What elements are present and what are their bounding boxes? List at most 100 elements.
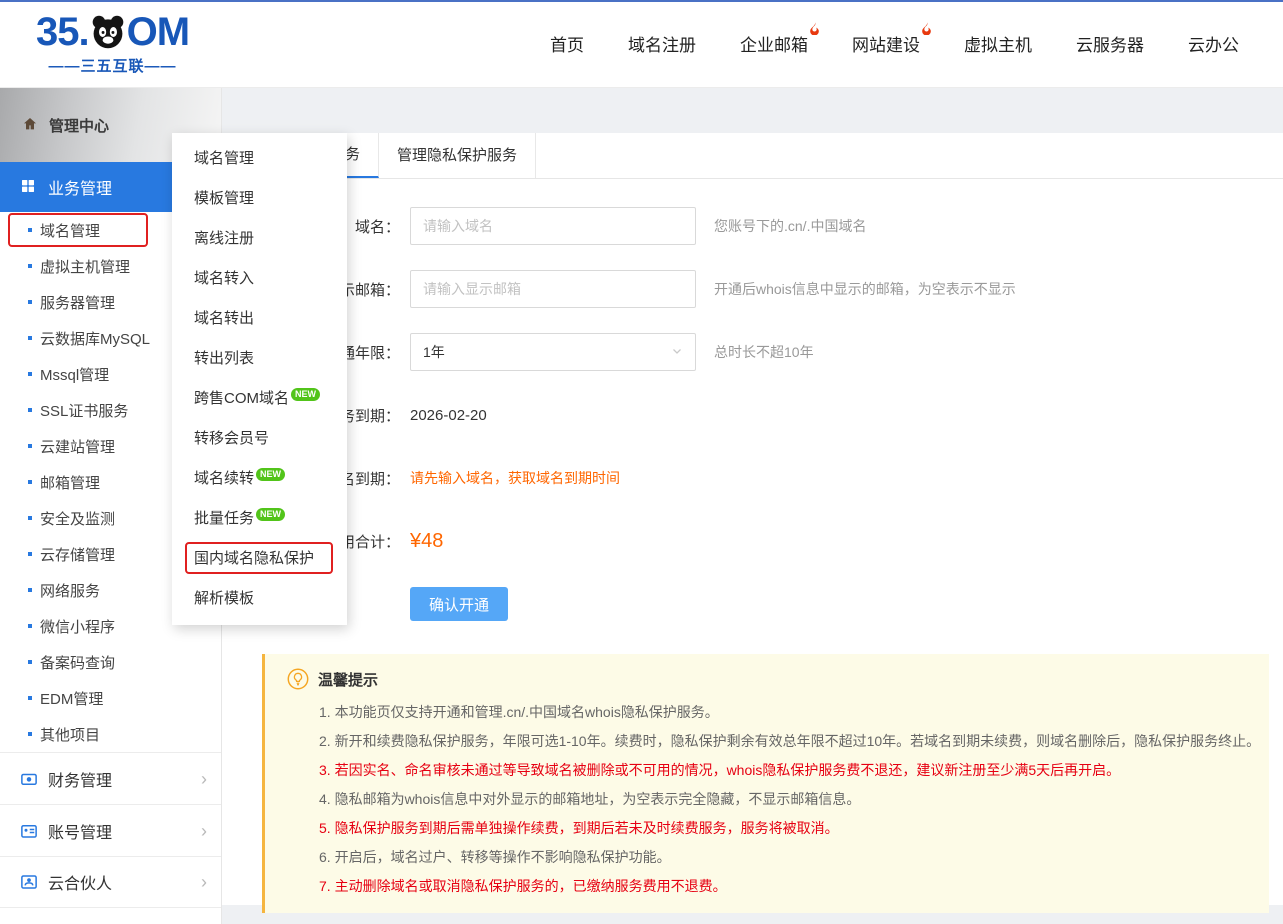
sidebar-item-label: 域名管理 bbox=[40, 220, 100, 241]
form-row-display-email: 显示邮箱： 开通后whois信息中显示的邮箱，为空表示不显示 bbox=[222, 270, 1283, 308]
chevron-right-icon: › bbox=[201, 770, 207, 788]
nav-item-cloud-server[interactable]: 云服务器 bbox=[1076, 31, 1144, 56]
notice-item: 6. 开启后，域名过户、转移等操作不影响隐私保护功能。 bbox=[319, 843, 1249, 872]
flyout-item-domain-transfer-out[interactable]: 域名转出 bbox=[172, 299, 347, 339]
flyout-item-transfer-out-list[interactable]: 转出列表 bbox=[172, 339, 347, 379]
nav-item-label: 首页 bbox=[550, 36, 584, 55]
flyout-item-domestic-privacy-protection[interactable]: 国内域名隐私保护 bbox=[172, 539, 347, 579]
finance-icon bbox=[20, 770, 38, 788]
notice-item: 3. 若因实名、命名审核未通过等导致域名被删除或不可用的情况，whois隐私保护… bbox=[319, 756, 1249, 785]
chevron-right-icon: › bbox=[201, 873, 207, 891]
logo-subtitle: ——三五互联—— bbox=[49, 55, 177, 76]
flyout-item-label: 批量任务 bbox=[194, 510, 254, 527]
flyout-item-domain-management[interactable]: 域名管理 bbox=[172, 139, 347, 179]
domain-input[interactable] bbox=[410, 207, 696, 245]
sidebar-item-label: EDM管理 bbox=[40, 688, 103, 709]
flyout-item-domain-renew-transfer[interactable]: 域名续转NEW bbox=[172, 459, 347, 499]
sidebar-item-label: 安全及监测 bbox=[40, 508, 115, 529]
sidebar-item-other-projects[interactable]: 其他项目 bbox=[0, 716, 221, 752]
nav-item-domain-register[interactable]: 域名注册 bbox=[628, 31, 696, 56]
display-email-input[interactable] bbox=[410, 270, 696, 308]
sidebar-item-label: 业务管理 bbox=[48, 175, 112, 199]
bullet-icon bbox=[28, 516, 32, 520]
sidebar-item-label: 邮箱管理 bbox=[40, 472, 100, 493]
id-card-icon bbox=[20, 822, 38, 840]
flyout-item-transfer-member-id[interactable]: 转移会员号 bbox=[172, 419, 347, 459]
bullet-icon bbox=[28, 624, 32, 628]
domain-hint: 您账号下的.cn/.中国域名 bbox=[714, 216, 866, 236]
top-nav: 首页 域名注册 企业邮箱 网站建设 虚拟主机 云服务器 云办公 bbox=[550, 31, 1239, 56]
bullet-icon bbox=[28, 660, 32, 664]
flyout-item-cross-sell-com-domain[interactable]: 跨售COM域名NEW bbox=[172, 379, 347, 419]
nav-item-home[interactable]: 首页 bbox=[550, 31, 584, 56]
display-email-hint: 开通后whois信息中显示的邮箱，为空表示不显示 bbox=[714, 279, 1016, 299]
nav-item-label: 虚拟主机 bbox=[964, 36, 1032, 55]
nav-item-label: 网站建设 bbox=[852, 36, 920, 55]
flyout-item-template-management[interactable]: 模板管理 bbox=[172, 179, 347, 219]
flyout-item-batch-tasks[interactable]: 批量任务NEW bbox=[172, 499, 347, 539]
nav-item-label: 企业邮箱 bbox=[740, 36, 808, 55]
nav-item-enterprise-email[interactable]: 企业邮箱 bbox=[740, 31, 808, 56]
sidebar-item-label: SSL证书服务 bbox=[40, 400, 128, 421]
grid-icon bbox=[20, 178, 38, 196]
sidebar-group-account-management[interactable]: 账号管理 › bbox=[0, 804, 221, 856]
nav-item-virtual-host[interactable]: 虚拟主机 bbox=[964, 31, 1032, 56]
sidebar-item-label: 云存储管理 bbox=[40, 544, 115, 565]
logo-text: 35. OM bbox=[36, 12, 189, 52]
lightbulb-icon bbox=[287, 668, 309, 690]
tab-manage-privacy-service[interactable]: 管理隐私保护服务 bbox=[379, 133, 536, 178]
bullet-icon bbox=[28, 480, 32, 484]
sidebar-group-cloud-partner[interactable]: 云合伙人 › bbox=[0, 856, 221, 908]
chevron-right-icon: › bbox=[201, 822, 207, 840]
new-badge: NEW bbox=[256, 508, 285, 521]
flyout-item-label: 域名转出 bbox=[194, 310, 254, 327]
bullet-icon bbox=[28, 264, 32, 268]
sidebar-item-label: 云数据库MySQL bbox=[40, 328, 150, 349]
total-price: ¥48 bbox=[410, 530, 443, 553]
flyout-item-label: 域名转入 bbox=[194, 270, 254, 287]
main-area: 开通隐私保护服务 管理隐私保护服务 域名： 您账号下的.cn/.中国域名 显示邮… bbox=[222, 88, 1283, 924]
sidebar-group-finance-management[interactable]: 财务管理 › bbox=[0, 752, 221, 804]
service-expiry-value: 2026-02-20 bbox=[410, 407, 487, 424]
flyout-item-label: 模板管理 bbox=[194, 190, 254, 207]
new-badge: NEW bbox=[291, 388, 320, 401]
flyout-item-label: 域名管理 bbox=[194, 150, 254, 167]
sidebar-item-edm-management[interactable]: EDM管理 bbox=[0, 680, 221, 716]
nav-item-website-building[interactable]: 网站建设 bbox=[852, 31, 920, 56]
confirm-open-button[interactable]: 确认开通 bbox=[410, 587, 508, 621]
form-row-total: 费用合计： ¥48 bbox=[222, 522, 1283, 560]
nav-item-label: 云办公 bbox=[1188, 36, 1239, 55]
form-row-domain: 域名： 您账号下的.cn/.中国域名 bbox=[222, 207, 1283, 245]
bullet-icon bbox=[28, 408, 32, 412]
bullet-icon bbox=[28, 732, 32, 736]
sidebar-item-label: 服务器管理 bbox=[40, 292, 115, 313]
form-row-years: 开通年限： 1年 总时长不超10年 bbox=[222, 333, 1283, 371]
flyout-item-label: 离线注册 bbox=[194, 230, 254, 247]
sidebar-home-label: 管理中心 bbox=[49, 115, 109, 136]
flyout-item-label: 转出列表 bbox=[194, 350, 254, 367]
notice-box: 温馨提示 1. 本功能页仅支持开通和管理.cn/.中国域名whois隐私保护服务… bbox=[262, 654, 1269, 913]
new-badge: NEW bbox=[256, 468, 285, 481]
flyout-item-label: 国内域名隐私保护 bbox=[194, 550, 314, 567]
sidebar-item-label: 网络服务 bbox=[40, 580, 100, 601]
domain-expiry-value: 请先输入域名，获取域名到期时间 bbox=[410, 468, 620, 488]
nav-item-cloud-office[interactable]: 云办公 bbox=[1188, 31, 1239, 56]
notice-item: 7. 主动删除域名或取消隐私保护服务的，已缴纳服务费用不退费。 bbox=[319, 872, 1249, 901]
sidebar-item-label: Mssql管理 bbox=[40, 364, 109, 385]
bullet-icon bbox=[28, 552, 32, 556]
logo-text-om: OM bbox=[127, 12, 189, 52]
notice-item: 5. 隐私保护服务到期后需单独操作续费，到期后若未及时续费服务，服务将被取消。 bbox=[319, 814, 1249, 843]
sidebar-item-label: 备案码查询 bbox=[40, 652, 115, 673]
years-select[interactable]: 1年 bbox=[410, 333, 696, 371]
nav-item-label: 云服务器 bbox=[1076, 36, 1144, 55]
flyout-item-label: 域名续转 bbox=[194, 470, 254, 487]
notice-item: 4. 隐私邮箱为whois信息中对外显示的邮箱地址，为空表示完全隐藏，不显示邮箱… bbox=[319, 785, 1249, 814]
flyout-item-offline-register[interactable]: 离线注册 bbox=[172, 219, 347, 259]
logo-text-35: 35. bbox=[36, 12, 89, 52]
sidebar-item-label: 虚拟主机管理 bbox=[40, 256, 130, 277]
logo[interactable]: 35. OM ——三五互联—— bbox=[36, 12, 189, 76]
bullet-icon bbox=[28, 336, 32, 340]
sidebar-item-icp-code-query[interactable]: 备案码查询 bbox=[0, 644, 221, 680]
flyout-item-dns-template[interactable]: 解析模板 bbox=[172, 579, 347, 619]
flyout-item-domain-transfer-in[interactable]: 域名转入 bbox=[172, 259, 347, 299]
